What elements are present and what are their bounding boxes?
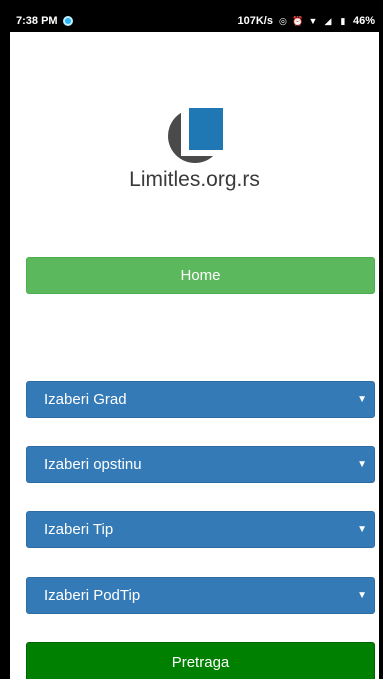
site-logo[interactable]: Limitles.org.rs — [10, 108, 379, 192]
wifi-icon: ▼ — [308, 16, 318, 26]
status-bar: 7:38 PM 107K/s ◎ ⏰ ▼ ◢ ▮ 46% — [10, 10, 379, 32]
search-button[interactable]: Pretraga — [26, 642, 375, 679]
left-frame — [0, 0, 10, 679]
caret-down-icon: ▼ — [357, 459, 367, 470]
city-select-label: Izaberi Grad — [44, 391, 127, 408]
caret-down-icon: ▼ — [357, 394, 367, 405]
city-select[interactable]: Izaberi Grad ▼ — [26, 381, 375, 418]
battery-percent: 46% — [352, 15, 375, 27]
status-time: 7:38 PM — [16, 15, 58, 27]
battery-icon: ▮ — [340, 15, 346, 26]
top-frame — [0, 0, 383, 10]
municipality-select-label: Izaberi opstinu — [44, 456, 142, 473]
caret-down-icon: ▼ — [357, 524, 367, 535]
notification-dot-icon — [62, 16, 73, 26]
network-speed: 107K/s — [237, 15, 273, 27]
alarm-icon: ⏰ — [292, 15, 304, 26]
status-bar-right: 107K/s ◎ ⏰ ▼ ◢ ▮ 46% — [237, 15, 375, 27]
type-select[interactable]: Izaberi Tip ▼ — [26, 511, 375, 548]
right-frame — [379, 0, 383, 679]
caret-down-icon: ▼ — [357, 590, 367, 601]
municipality-select[interactable]: Izaberi opstinu ▼ — [26, 446, 375, 483]
status-bar-left: 7:38 PM — [16, 15, 73, 27]
home-button[interactable]: Home — [26, 257, 375, 294]
hotspot-icon: ◎ — [279, 15, 287, 26]
logo-text: Limitles.org.rs — [129, 168, 260, 191]
app-screen: 7:38 PM 107K/s ◎ ⏰ ▼ ◢ ▮ 46% Limitles.or… — [0, 0, 383, 679]
subtype-select[interactable]: Izaberi PodTip ▼ — [26, 577, 375, 614]
signal-icon: ◢ — [324, 15, 332, 26]
type-select-label: Izaberi Tip — [44, 521, 114, 538]
logo-mark-icon — [167, 108, 223, 163]
subtype-select-label: Izaberi PodTip — [44, 587, 141, 604]
